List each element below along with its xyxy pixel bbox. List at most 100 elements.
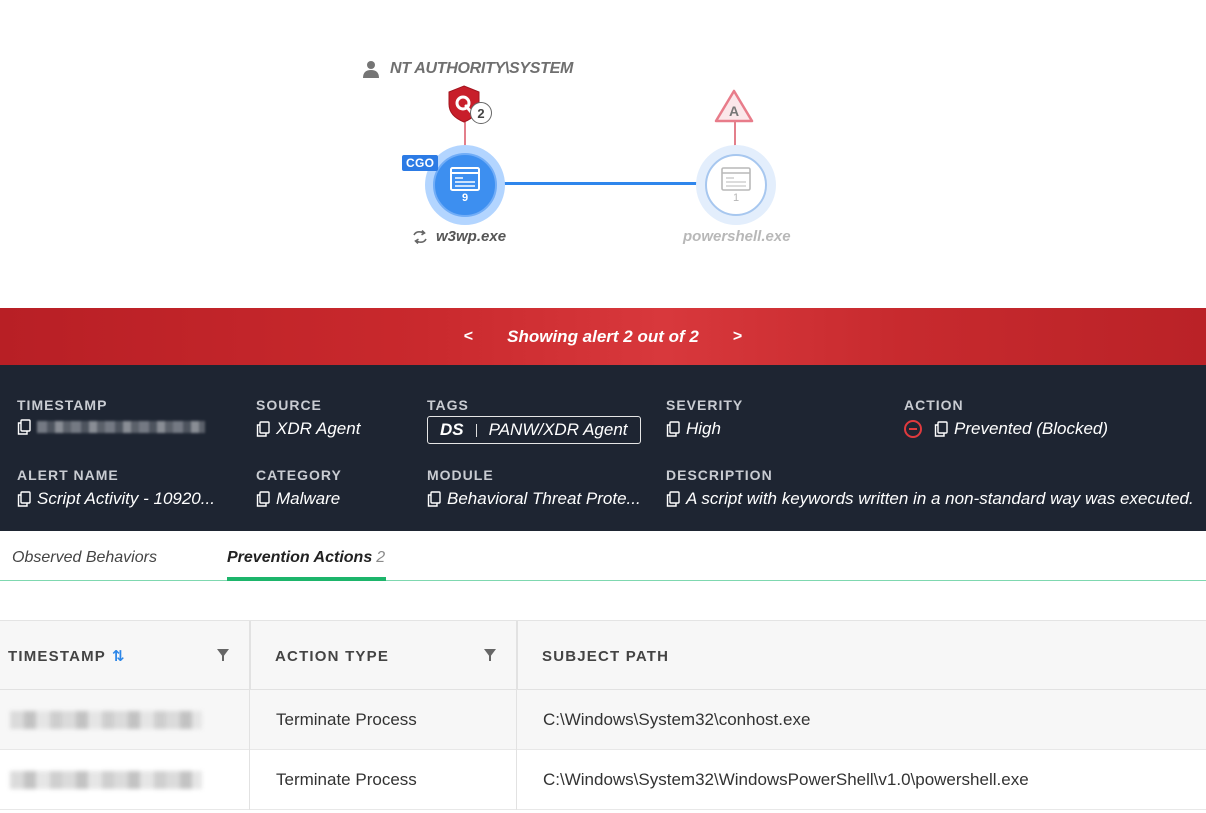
copy-icon[interactable] [427, 491, 441, 507]
cell-action-type: Terminate Process [276, 770, 417, 789]
field-label: TIMESTAMP [17, 397, 108, 413]
column-header-timestamp[interactable]: TIMESTAMP ⇅ [8, 621, 125, 691]
field-value: Malware [256, 489, 342, 509]
window-icon [450, 166, 480, 191]
alert-navigation-banner: < Showing alert 2 out of 2 > [0, 308, 1206, 365]
field-label: SEVERITY [666, 397, 744, 413]
column-title: SUBJECT PATH [542, 647, 670, 665]
tag-value: PANW/XDR Agent [488, 420, 628, 439]
copy-icon[interactable] [256, 491, 270, 507]
field-value [17, 419, 205, 435]
alert-details-panel: TIMESTAMP SOURCE XDR Agent TAGS DS PANW/… [0, 365, 1206, 531]
field-value: Script Activity - 10920... [17, 489, 215, 509]
column-divider [516, 750, 517, 810]
sync-icon [413, 229, 427, 244]
process-node-count: 1 [732, 191, 740, 204]
alert-name-value: Script Activity - 10920... [37, 489, 215, 508]
tag-prefix: DS [440, 420, 464, 439]
field-source: SOURCE XDR Agent [256, 397, 360, 439]
detail-tabs: Observed Behaviors Prevention Actions 2 [0, 531, 1206, 581]
copy-icon[interactable] [934, 421, 948, 437]
redacted-timestamp [10, 771, 202, 789]
category-value: Malware [276, 489, 341, 508]
table-header: TIMESTAMP ⇅ ACTION TYPE SUBJECT PATH [0, 620, 1206, 691]
prevention-actions-table: TIMESTAMP ⇅ ACTION TYPE SUBJECT PATH Ter… [0, 620, 1206, 810]
user-context: NT AUTHORITY\SYSTEM [362, 60, 573, 78]
process-label-powershell: powershell.exe [683, 228, 791, 245]
cell-subject-path: C:\Windows\System32\WindowsPowerShell\v1… [543, 770, 1029, 789]
cell-subject-path: C:\Windows\System32\conhost.exe [543, 710, 811, 729]
field-severity: SEVERITY High [666, 397, 743, 439]
column-title: TIMESTAMP [8, 647, 107, 665]
severity-value: High [686, 419, 721, 438]
alert-connector [734, 121, 736, 146]
shield-count-badge: 2 [470, 102, 492, 124]
module-value: Behavioral Threat Prote... [447, 489, 641, 508]
user-name: NT AUTHORITY\SYSTEM [390, 60, 574, 77]
copy-icon[interactable] [666, 421, 680, 437]
user-icon [363, 61, 379, 78]
table-row[interactable]: Terminate Process C:\Windows\System32\Wi… [0, 750, 1206, 810]
alert-position-title: Showing alert 2 out of 2 [507, 326, 699, 346]
field-value: Behavioral Threat Prote... [427, 489, 641, 509]
field-label: MODULE [427, 467, 494, 483]
process-node-count: 9 [461, 191, 469, 204]
table-row[interactable]: Terminate Process C:\Windows\System32\co… [0, 690, 1206, 750]
tab-label: Observed Behaviors [12, 549, 157, 566]
process-node-powershell[interactable]: 1 [696, 145, 776, 225]
column-header-action-type[interactable]: ACTION TYPE [275, 621, 389, 691]
field-action: ACTION Prevented (Blocked) [904, 397, 1108, 439]
cell-action-type: Terminate Process [276, 710, 417, 729]
column-title: ACTION TYPE [275, 647, 390, 665]
tag-chip[interactable]: DS PANW/XDR Agent [427, 416, 641, 444]
copy-icon[interactable] [17, 491, 31, 507]
shield-connector [464, 122, 466, 146]
action-value: Prevented (Blocked) [954, 419, 1109, 438]
copy-icon[interactable] [666, 491, 680, 507]
field-label: CATEGORY [256, 467, 342, 483]
field-value: Prevented (Blocked) [904, 419, 1108, 439]
field-alert-name: ALERT NAME Script Activity - 10920... [17, 467, 215, 509]
field-category: CATEGORY Malware [256, 467, 342, 509]
process-name: w3wp.exe [436, 228, 507, 245]
copy-icon[interactable] [17, 419, 31, 435]
description-value: A script with keywords written in a non-… [686, 489, 1194, 508]
process-edge [500, 182, 700, 185]
alert-marker-label: A [729, 103, 739, 119]
sort-icon[interactable]: ⇅ [112, 647, 125, 665]
field-value: XDR Agent [256, 419, 360, 439]
cell-timestamp [10, 750, 202, 810]
tab-label: Prevention Actions [227, 549, 373, 566]
column-divider [249, 750, 250, 810]
field-value: A script with keywords written in a non-… [666, 489, 1194, 509]
column-divider[interactable] [516, 621, 518, 691]
field-module: MODULE Behavioral Threat Prote... [427, 467, 641, 509]
column-divider [249, 690, 250, 750]
next-alert-button[interactable]: > [729, 328, 746, 346]
process-label-w3wp: w3wp.exe [412, 228, 506, 245]
process-node-inner: 1 [705, 154, 767, 216]
field-description: DESCRIPTION A script with keywords writt… [666, 467, 1194, 509]
cell-timestamp [10, 690, 202, 750]
tag-separator [475, 423, 477, 437]
alert-triangle-icon[interactable]: A [713, 88, 755, 124]
tab-prevention-actions[interactable]: Prevention Actions 2 [227, 549, 385, 567]
filter-icon[interactable] [217, 649, 229, 661]
column-divider[interactable] [249, 621, 251, 691]
active-tab-indicator [227, 577, 386, 581]
column-header-subject-path[interactable]: SUBJECT PATH [542, 621, 669, 691]
field-label: TAGS [427, 397, 469, 413]
field-label: SOURCE [256, 397, 322, 413]
copy-icon[interactable] [256, 421, 270, 437]
field-label: DESCRIPTION [666, 467, 773, 483]
field-value: DS PANW/XDR Agent [427, 416, 641, 444]
redacted-timestamp [10, 711, 202, 729]
cgo-badge: CGO [402, 155, 439, 171]
filter-icon[interactable] [484, 649, 496, 661]
causality-graph: NT AUTHORITY\SYSTEM 2 A 9 CGO 1 w3wp.exe… [0, 0, 1206, 308]
tab-count-badge: 2 [376, 549, 386, 566]
redacted-timestamp [37, 421, 205, 433]
field-label: ALERT NAME [17, 467, 119, 483]
previous-alert-button[interactable]: < [460, 328, 477, 346]
tab-observed-behaviors[interactable]: Observed Behaviors [12, 549, 157, 567]
